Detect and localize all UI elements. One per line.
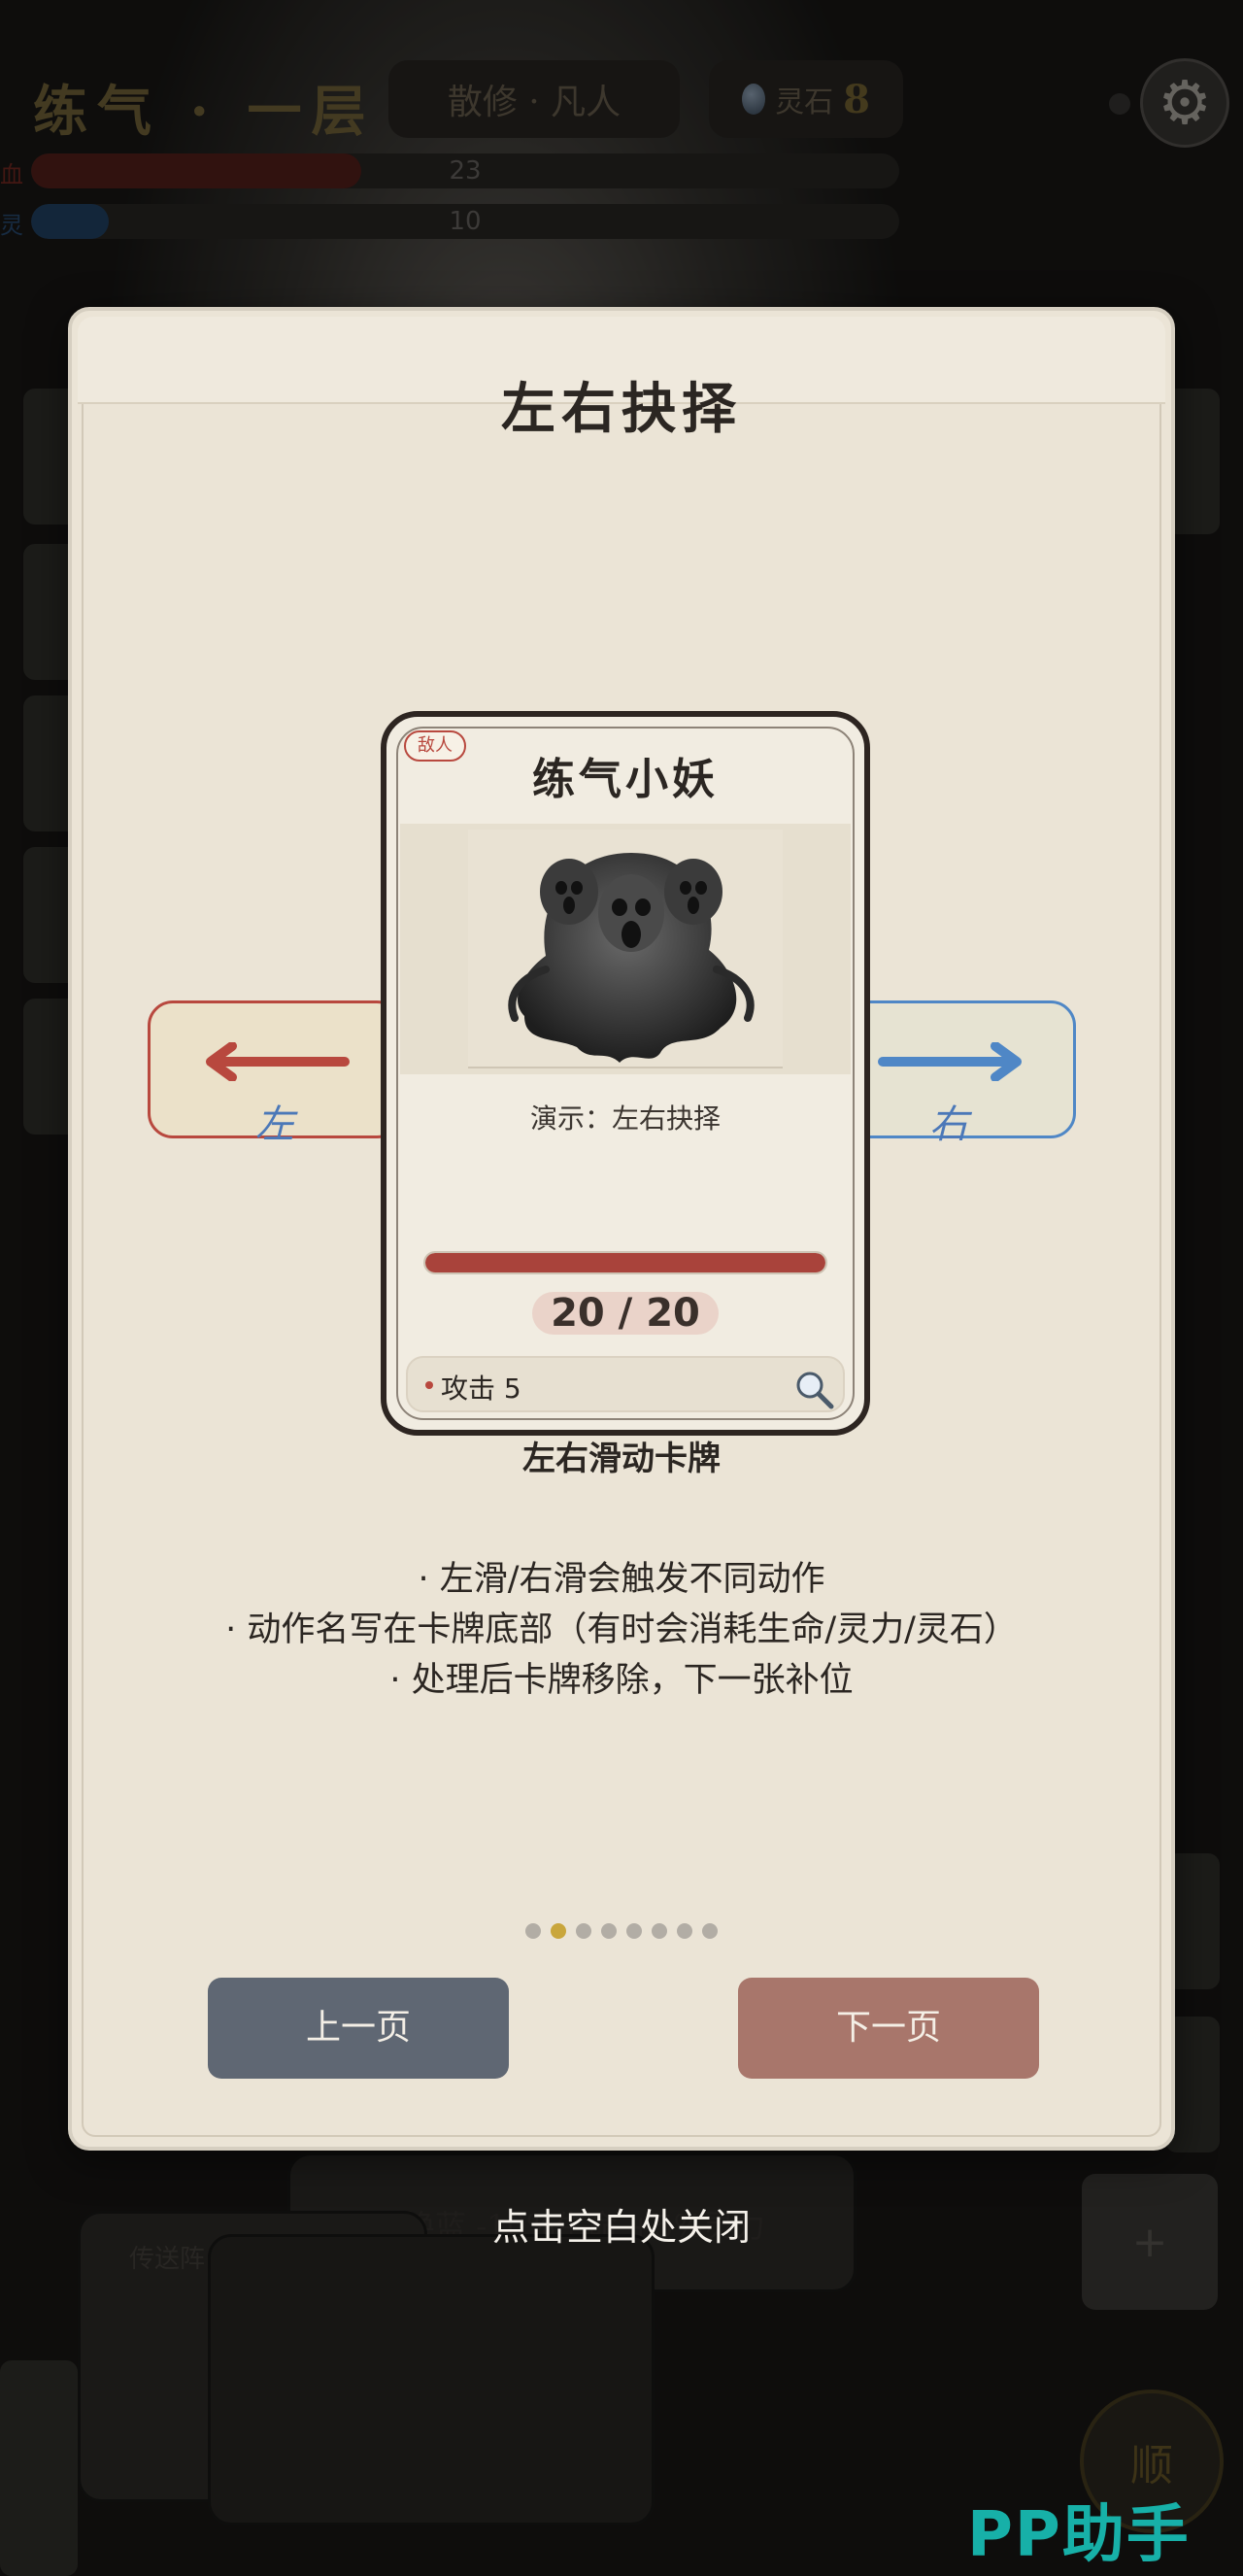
swipe-left-label: 左 [255,1102,294,1147]
card-hp-text: 20 / 20 [532,1292,719,1335]
card-art [400,824,851,1074]
ghost-monster-icon [508,853,755,1063]
close-hint[interactable]: 点击空白处关闭 [0,2197,1243,2251]
action-dot [425,1381,433,1389]
magnifier-icon[interactable] [792,1368,835,1414]
demo-enemy-card[interactable]: 敌人 练气小妖 演示：左右抉择 20 / 20 攻击 5 [381,711,870,1436]
arrow-left-icon [206,1042,350,1081]
tutorial-modal: 左右抉择 左 右 敌人 练气小妖 演示：左右抉择 20 / 20 攻击 5 左右… [68,307,1175,2151]
page-dot[interactable] [652,1923,667,1939]
tip-line: · 左滑/右滑会触发不同动作 [418,1560,825,1599]
page-dot[interactable] [601,1923,617,1939]
page-indicator [72,1923,1171,1939]
tip-line: · 动作名写在卡牌底部（有时会消耗生命/灵力/灵石） [225,1610,1018,1649]
card-caption: 左右滑动卡牌 [522,1440,721,1478]
card-hp-fill [425,1253,825,1272]
tips-list: · 左滑/右滑会触发不同动作 · 动作名写在卡牌底部（有时会消耗生命/灵力/灵石… [72,1554,1171,1706]
page-dot[interactable] [576,1923,591,1939]
page-dot[interactable] [677,1923,692,1939]
page-dot[interactable] [626,1923,642,1939]
card-action-bar: 攻击 5 [406,1356,845,1412]
card-hp-bar [423,1251,827,1274]
page-dot[interactable] [551,1923,566,1939]
page-dot[interactable] [702,1923,718,1939]
arrow-right-icon [878,1042,1022,1081]
page-dot[interactable] [525,1923,541,1939]
next-page-button[interactable]: 下一页 [738,1978,1039,2079]
prev-page-button[interactable]: 上一页 [208,1978,509,2079]
tip-line: · 处理后卡牌移除，下一张补位 [389,1661,854,1700]
card-action-text: 攻击 5 [441,1373,521,1405]
watermark-logo: PP助手 [967,2499,1191,2571]
card-name: 练气小妖 [532,755,719,804]
swipe-left-hint[interactable]: 左 [148,1000,402,1147]
modal-title: 左右抉择 [501,377,742,441]
card-description: 演示：左右抉择 [529,1102,721,1135]
